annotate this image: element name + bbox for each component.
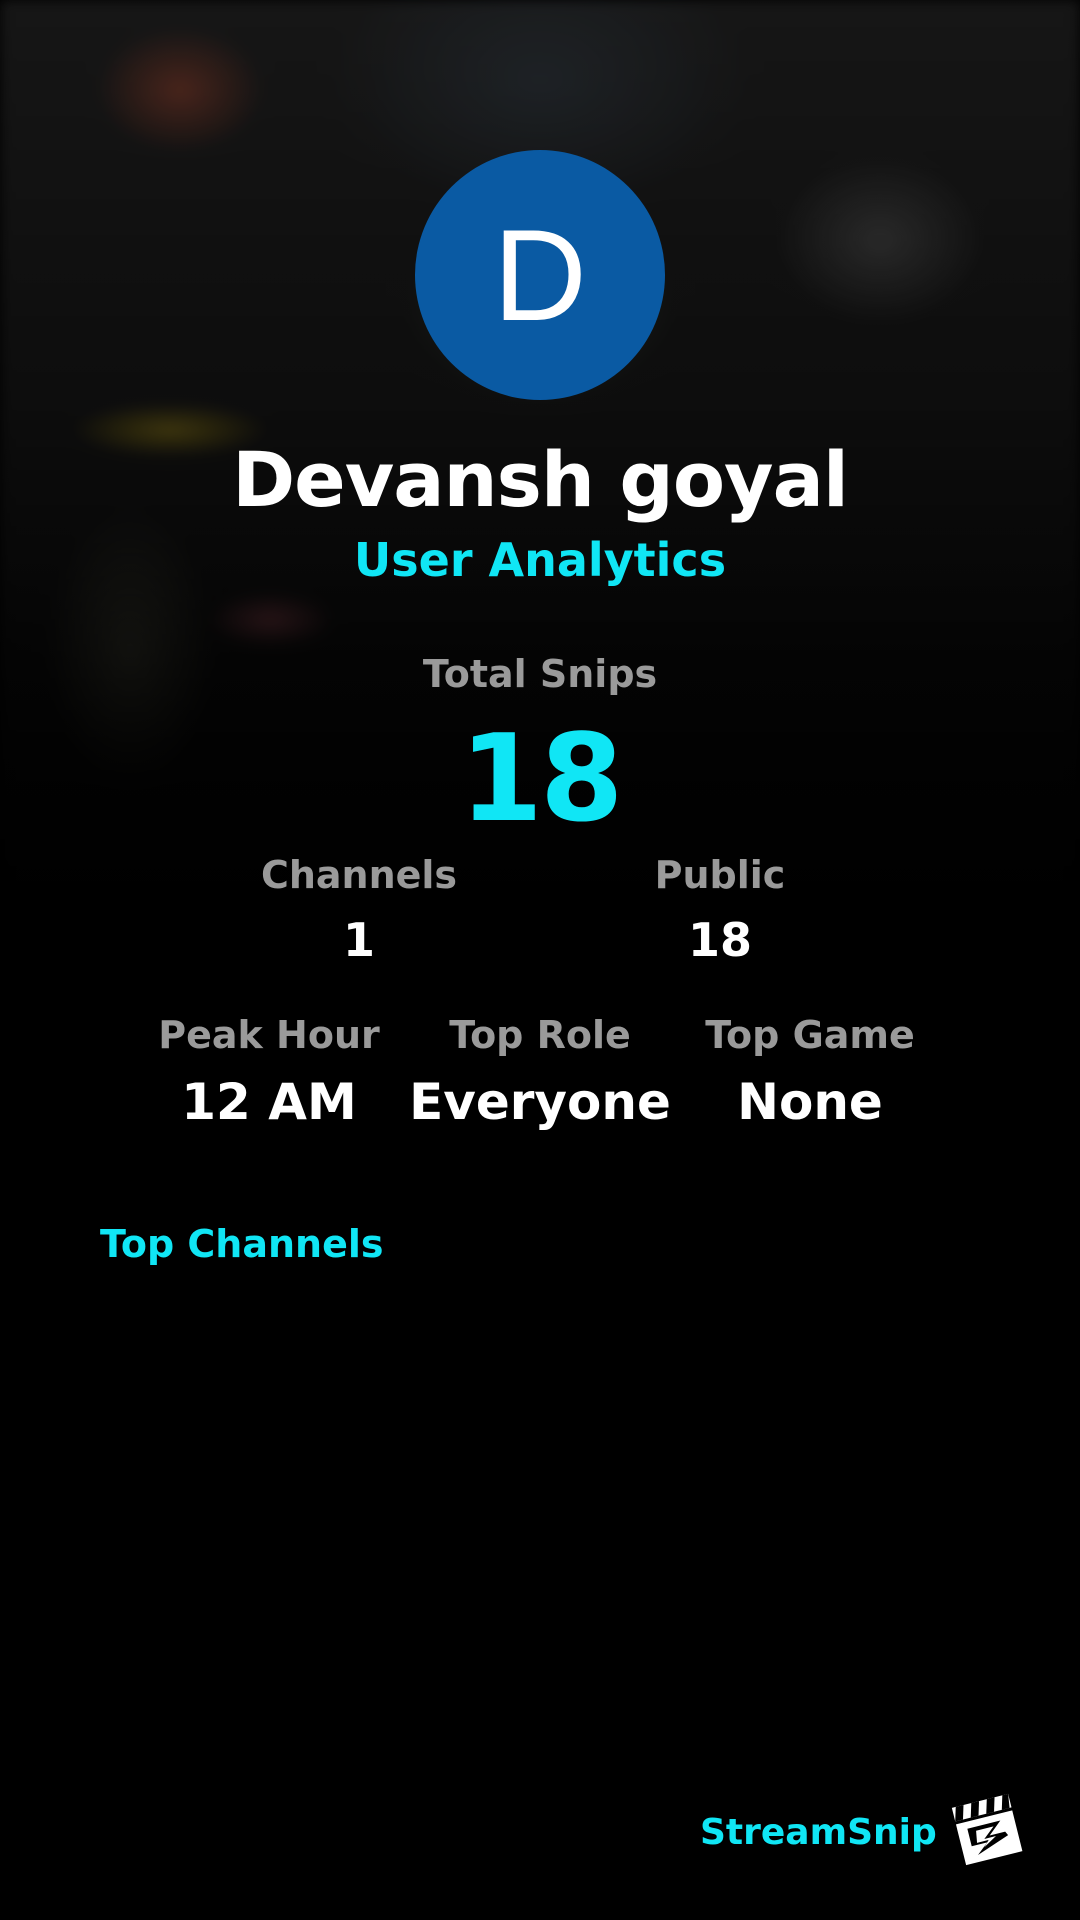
public-value: 18 — [687, 913, 752, 967]
top-role-label: Top Role — [449, 1013, 631, 1057]
page-subtitle: User Analytics — [353, 533, 727, 587]
avatar-initial: D — [493, 202, 587, 348]
public-label: Public — [654, 853, 786, 897]
total-snips-value: 18 — [459, 710, 624, 849]
avatar: D — [415, 150, 665, 400]
top-role-value: Everyone — [409, 1073, 671, 1131]
channels-value: 1 — [342, 913, 375, 967]
channels-label: Channels — [260, 853, 458, 897]
total-snips-label: Total Snips — [422, 652, 658, 696]
peak-hour-value: 12 AM — [181, 1073, 357, 1131]
brand-name: StreamSnip — [700, 1812, 937, 1853]
peak-hour-label: Peak Hour — [158, 1013, 380, 1057]
user-name: Devansh goyal — [232, 435, 849, 524]
top-game-value: None — [737, 1073, 883, 1131]
top-channels-heading: Top Channels — [100, 1222, 384, 1266]
top-game-label: Top Game — [705, 1013, 915, 1057]
clapperboard-logo-icon — [948, 1790, 1026, 1868]
